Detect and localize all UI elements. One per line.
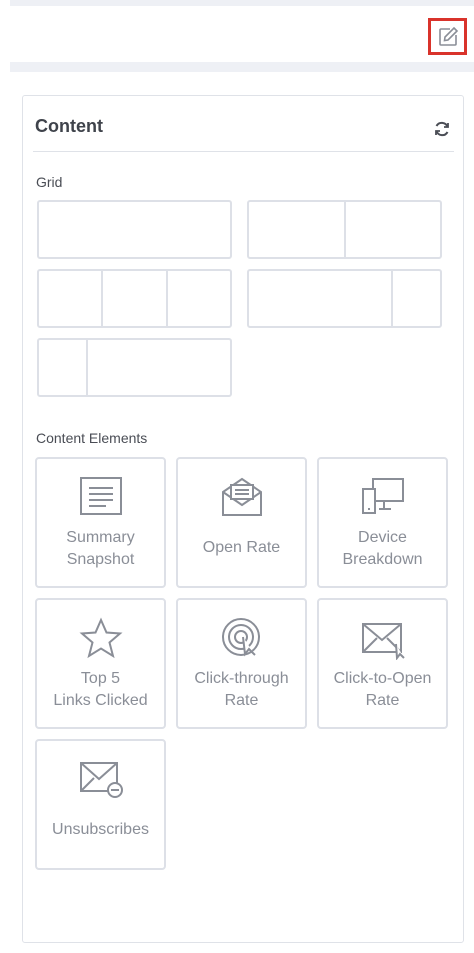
content-element-label: Unsubscribes bbox=[52, 821, 149, 838]
grid-label: Grid bbox=[36, 174, 63, 190]
content-element-tile[interactable]: Open Rate bbox=[176, 457, 307, 588]
content-element-tile[interactable]: Click-through Rate bbox=[176, 598, 307, 729]
top-toolbar bbox=[10, 0, 474, 72]
divider bbox=[33, 151, 454, 152]
envelope-cursor-icon bbox=[360, 616, 406, 660]
grid-column bbox=[165, 271, 230, 326]
grid-column bbox=[39, 271, 101, 326]
grid-layout-option[interactable] bbox=[37, 269, 232, 328]
target-icon bbox=[219, 616, 265, 660]
grid-column bbox=[101, 271, 165, 326]
summary-icon bbox=[78, 475, 124, 519]
grid-layout-option[interactable] bbox=[37, 200, 232, 259]
content-element-tile[interactable]: Click-to-Open Rate bbox=[317, 598, 448, 729]
devices-icon bbox=[360, 475, 406, 519]
grid-column bbox=[390, 271, 440, 326]
content-element-label: Open Rate bbox=[202, 539, 281, 556]
content-panel: Content Grid Content Elements Summary Sn… bbox=[22, 95, 464, 943]
refresh-icon[interactable] bbox=[433, 120, 451, 138]
grid-layout-option[interactable] bbox=[247, 269, 442, 328]
grid-column bbox=[39, 202, 230, 257]
star-icon bbox=[78, 616, 124, 660]
grid-column bbox=[249, 271, 391, 326]
grid-layout-option[interactable] bbox=[247, 200, 442, 259]
edit-button[interactable] bbox=[428, 18, 467, 55]
content-element-tile[interactable]: Summary Snapshot bbox=[35, 457, 166, 588]
grid-column bbox=[86, 340, 230, 395]
panel-title: Content bbox=[35, 116, 103, 136]
grid-column bbox=[343, 202, 441, 257]
content-element-label: Summary Snapshot bbox=[66, 529, 135, 568]
grid-layout-option[interactable] bbox=[37, 338, 232, 397]
edit-icon bbox=[438, 26, 458, 46]
content-element-label: Top 5 Links Clicked bbox=[53, 670, 148, 709]
content-element-label: Click-to-Open Rate bbox=[333, 670, 432, 709]
content-element-label: Click-through Rate bbox=[194, 670, 289, 709]
content-element-tile[interactable]: Unsubscribes bbox=[35, 739, 166, 870]
content-element-tile[interactable]: Device Breakdown bbox=[317, 457, 448, 588]
content-element-tile[interactable]: Top 5 Links Clicked bbox=[35, 598, 166, 729]
content-elements-label: Content Elements bbox=[36, 430, 148, 446]
envelope-minus-icon bbox=[78, 757, 124, 801]
grid-column bbox=[249, 202, 344, 257]
open-envelope-icon bbox=[219, 475, 265, 519]
grid-column bbox=[39, 340, 86, 395]
content-element-label: Device Breakdown bbox=[342, 529, 423, 568]
